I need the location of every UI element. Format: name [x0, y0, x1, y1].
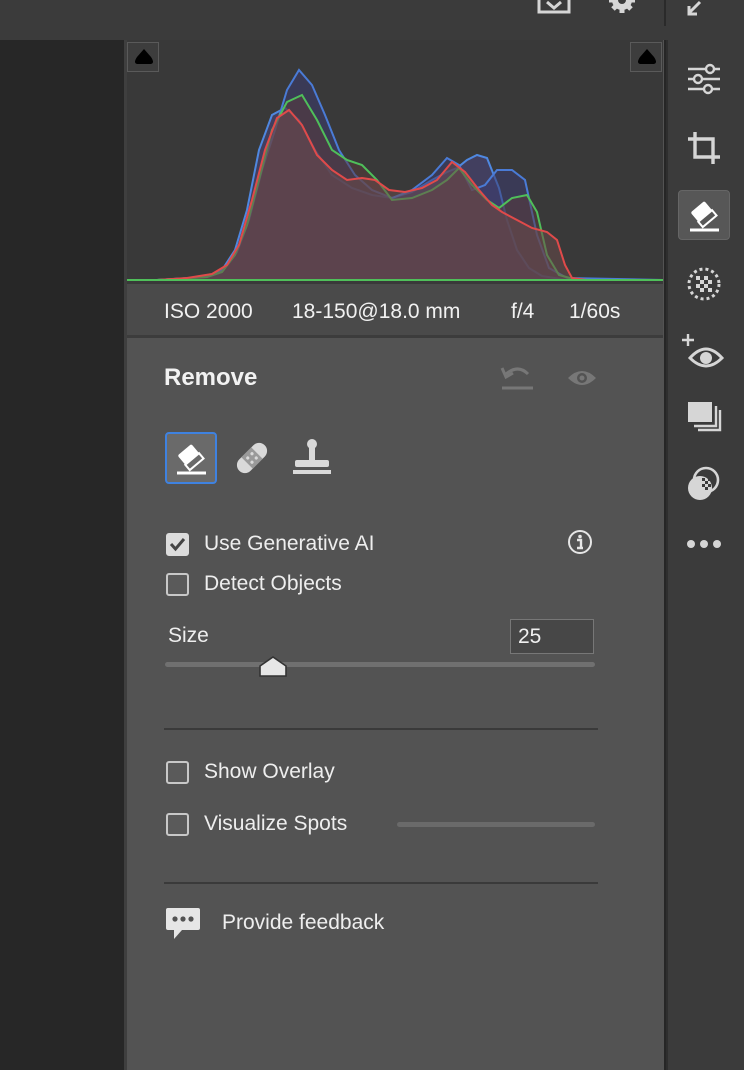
highlight-warning-icon	[636, 47, 656, 67]
show-overlay-checkbox[interactable]	[166, 761, 189, 784]
save-icon[interactable]	[536, 0, 572, 18]
rail-remove-button[interactable]	[678, 190, 730, 240]
histogram-red-channel	[156, 108, 663, 281]
show-overlay-label: Show Overlay	[204, 760, 335, 783]
exif-shutter: 1/60s	[569, 300, 621, 323]
checkmark-icon	[168, 535, 187, 554]
stamp-icon	[291, 438, 333, 478]
rail-edit-button[interactable]	[678, 54, 730, 104]
sliders-icon	[686, 62, 722, 96]
detect-objects-checkbox[interactable]	[166, 573, 189, 596]
rail-crop-button[interactable]	[678, 123, 730, 173]
size-slider-track[interactable]	[165, 662, 595, 667]
size-input[interactable]: 25	[510, 619, 594, 654]
presets-icon	[686, 400, 722, 434]
rail-redeye-button[interactable]	[678, 328, 730, 378]
size-label: Size	[168, 624, 209, 647]
reset-icon[interactable]	[500, 364, 536, 392]
gear-icon[interactable]	[604, 0, 640, 18]
collapse-arrow-icon[interactable]	[684, 0, 710, 20]
highlight-clipping-toggle[interactable]	[630, 42, 662, 72]
feedback-icon[interactable]	[164, 906, 202, 942]
masking-icon	[686, 266, 722, 302]
heal-tool-button[interactable]	[228, 432, 280, 484]
top-toolbar	[0, 0, 744, 40]
canvas-area	[0, 40, 124, 1070]
bandage-icon	[232, 440, 272, 476]
visibility-eye-icon[interactable]	[566, 366, 598, 390]
exif-lens: 18-150@18.0 mm	[292, 300, 461, 323]
visualize-spots-label: Visualize Spots	[204, 812, 348, 835]
panel-title: Remove	[164, 364, 258, 391]
toolbar-separator	[664, 0, 666, 26]
exif-aperture: f/4	[511, 300, 535, 323]
rail-blend-button[interactable]	[678, 460, 730, 510]
redeye-icon	[682, 332, 726, 372]
provide-feedback-link[interactable]: Provide feedback	[222, 911, 384, 935]
rail-more-button[interactable]	[678, 522, 730, 572]
size-slider-thumb[interactable]	[258, 655, 288, 678]
exif-iso: ISO 2000	[164, 300, 253, 323]
exif-info-bar: ISO 2000 18-150@18.0 mm f/4 1/60s	[127, 284, 663, 338]
layers-blend-icon	[686, 466, 722, 502]
shadow-clipping-toggle[interactable]	[127, 42, 159, 72]
more-icon	[686, 538, 722, 550]
clone-tool-button[interactable]	[287, 432, 339, 484]
info-icon[interactable]	[567, 529, 593, 555]
detect-objects-label: Detect Objects	[204, 572, 342, 595]
crop-icon	[686, 130, 722, 166]
histogram	[127, 40, 663, 284]
section-divider	[164, 882, 598, 884]
visualize-spots-checkbox[interactable]	[166, 813, 189, 836]
use-generative-ai-checkbox[interactable]	[166, 533, 189, 556]
use-generative-ai-label: Use Generative AI	[204, 532, 375, 555]
remove-tool-button[interactable]	[165, 432, 217, 484]
shadow-warning-icon	[133, 47, 153, 67]
section-divider	[164, 728, 598, 730]
eraser-icon	[173, 440, 209, 476]
eraser-icon	[686, 197, 722, 233]
visualize-spots-slider[interactable]	[397, 822, 595, 827]
rail-masking-button[interactable]	[678, 260, 730, 310]
rail-presets-button[interactable]	[678, 392, 730, 442]
